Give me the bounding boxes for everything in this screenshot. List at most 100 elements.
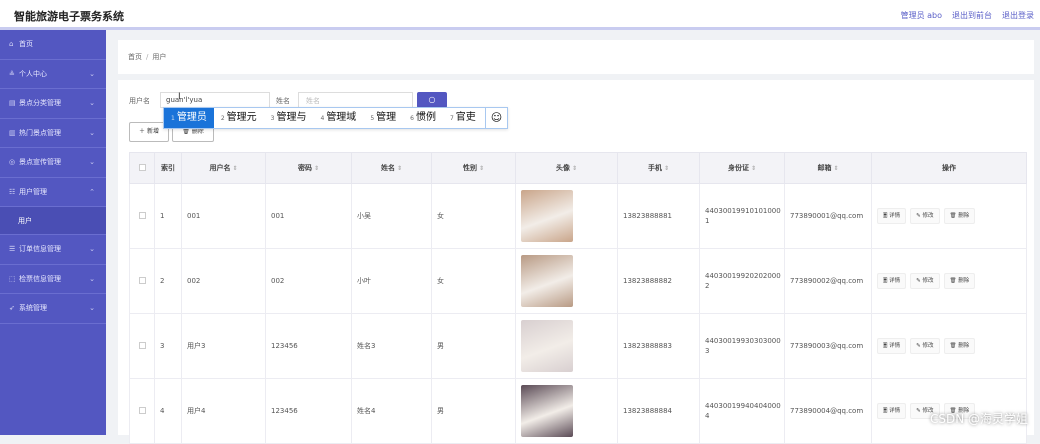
avatar	[521, 320, 573, 372]
sidebar-item-orders[interactable]: ☰ 订单信息管理 ⌄	[0, 235, 106, 265]
sidebar-subitem-user[interactable]: 用户	[0, 207, 106, 235]
ime-candidate[interactable]: 3管理与	[264, 108, 314, 128]
sidebar-item-user-mgmt[interactable]: ☷ 用户管理 ⌃	[0, 178, 106, 208]
ime-candidate[interactable]: 2管理元	[214, 108, 264, 128]
detail-button[interactable]: 🗏 详情	[877, 273, 906, 289]
logout-link[interactable]: 退出登录	[1002, 10, 1034, 21]
delete-button[interactable]: 🗑 删除	[944, 273, 976, 289]
chevron-down-icon: ⌄	[89, 158, 95, 166]
ime-candidate[interactable]: 1管理员	[164, 108, 214, 128]
column-header-email[interactable]: 邮箱⇕	[785, 153, 872, 184]
sort-icon[interactable]: ⇕	[397, 165, 402, 172]
row-checkbox[interactable]	[130, 314, 155, 379]
column-header-id-card[interactable]: 身份证⇕	[700, 153, 785, 184]
cell-id-card: 440300199101010001	[700, 184, 785, 249]
edit-button[interactable]: ✎ 修改	[910, 273, 939, 289]
chevron-down-icon: ⌄	[89, 99, 95, 107]
column-header-password[interactable]: 密码⇕	[266, 153, 352, 184]
detail-button[interactable]: 🗏 详情	[877, 338, 906, 354]
chevron-down-icon: ⌄	[89, 304, 95, 312]
search-button[interactable]: ○	[417, 92, 447, 108]
cell-email: 773890001@qq.com	[785, 184, 872, 249]
sort-icon[interactable]: ⇕	[232, 165, 237, 172]
globe-icon: ◎	[9, 158, 19, 166]
sidebar-item-label: 订单信息管理	[19, 244, 61, 254]
cell-password: 002	[266, 249, 352, 314]
cell-email: 773890004@qq.com	[785, 379, 872, 444]
cell-password: 123456	[266, 379, 352, 444]
cell-avatar	[516, 249, 618, 314]
sidebar-item-label: 景点宣传管理	[19, 157, 61, 167]
cell-email: 773890003@qq.com	[785, 314, 872, 379]
search-icon: ○	[429, 95, 436, 104]
sort-icon[interactable]: ⇕	[664, 165, 669, 172]
sidebar-item-label: 用户管理	[19, 187, 47, 197]
ime-candidate[interactable]: 6惯例	[403, 108, 443, 128]
sidebar-item-ticket-check[interactable]: ⬚ 检票信息管理 ⌄	[0, 265, 106, 295]
breadcrumb-current: 用户	[152, 53, 166, 61]
sort-icon[interactable]: ⇕	[572, 165, 577, 172]
name-search-input[interactable]: 姓名	[298, 92, 413, 108]
cell-index: 4	[155, 379, 182, 444]
edit-button[interactable]: ✎ 修改	[910, 338, 939, 354]
sort-icon[interactable]: ⇕	[479, 165, 484, 172]
sort-icon[interactable]: ⇕	[751, 165, 756, 172]
avatar	[521, 255, 573, 307]
column-header-phone[interactable]: 手机⇕	[618, 153, 700, 184]
username-search-input[interactable]: guan'l'yua	[160, 92, 270, 108]
cell-phone: 13823888884	[618, 379, 700, 444]
ime-candidate[interactable]: 7官吏	[443, 108, 483, 128]
cell-id-card: 440300199303030003	[700, 314, 785, 379]
sidebar-item-personal[interactable]: ≗ 个人中心 ⌄	[0, 60, 106, 90]
exit-to-front-link[interactable]: 退出到前台	[952, 10, 992, 21]
sidebar-item-home[interactable]: ⌂ 首页	[0, 30, 106, 60]
ime-candidate-bar: 1管理员 2管理元 3管理与 4管理域 5管理 6惯例 7官吏 ☺	[163, 107, 508, 129]
cell-name: 姓名4	[352, 379, 432, 444]
sidebar-item-scenic-category[interactable]: ▤ 景点分类管理 ⌄	[0, 89, 106, 119]
avatar	[521, 385, 573, 437]
current-user-link[interactable]: 管理员 abo	[901, 10, 942, 21]
detail-button[interactable]: 🗏 详情	[877, 403, 906, 419]
home-icon: ⌂	[9, 40, 19, 48]
select-all-checkbox[interactable]	[130, 153, 155, 184]
sort-icon[interactable]: ⇕	[314, 165, 319, 172]
name-label: 姓名	[276, 96, 290, 106]
row-checkbox[interactable]	[130, 379, 155, 444]
ime-candidate[interactable]: 4管理域	[313, 108, 363, 128]
column-header-username[interactable]: 用户名⇕	[182, 153, 266, 184]
breadcrumb-separator: /	[146, 53, 148, 61]
ime-candidate[interactable]: 5管理	[363, 108, 403, 128]
column-header-gender[interactable]: 性别⇕	[432, 153, 516, 184]
table-row: 1001001小吴女138238888814403001991010100017…	[130, 184, 1027, 249]
column-header-actions: 操作	[872, 153, 1027, 184]
chevron-down-icon: ⌄	[89, 129, 95, 137]
delete-button[interactable]: 🗑 删除	[944, 208, 976, 224]
chevron-down-icon: ⌄	[89, 245, 95, 253]
send-icon: ➶	[9, 304, 19, 312]
app-title: 智能旅游电子票务系统	[14, 8, 124, 24]
cell-name: 姓名3	[352, 314, 432, 379]
top-links: 管理员 abo 退出到前台 退出登录	[901, 10, 1034, 21]
delete-button[interactable]: 🗑 删除	[944, 338, 976, 354]
sidebar-item-label: 系统管理	[19, 303, 47, 313]
cell-phone: 13823888882	[618, 249, 700, 314]
cell-id-card: 440300199202020002	[700, 249, 785, 314]
breadcrumb-home[interactable]: 首页	[128, 53, 142, 61]
sort-icon[interactable]: ⇕	[833, 165, 838, 172]
detail-button[interactable]: 🗏 详情	[877, 208, 906, 224]
column-header-avatar[interactable]: 头像⇕	[516, 153, 618, 184]
sidebar-item-scenic-promo[interactable]: ◎ 景点宣传管理 ⌄	[0, 148, 106, 178]
sidebar: ⌂ 首页 ≗ 个人中心 ⌄ ▤ 景点分类管理 ⌄ ▥ 热门景点管理 ⌄ ◎ 景点…	[0, 30, 106, 435]
avatar	[521, 190, 573, 242]
cell-actions: 🗏 详情✎ 修改 🗑 删除	[872, 314, 1027, 379]
row-checkbox[interactable]	[130, 184, 155, 249]
row-checkbox[interactable]	[130, 249, 155, 314]
sidebar-item-hot-scenic[interactable]: ▥ 热门景点管理 ⌄	[0, 119, 106, 149]
column-header-name[interactable]: 姓名⇕	[352, 153, 432, 184]
edit-button[interactable]: ✎ 修改	[910, 208, 939, 224]
emoji-icon[interactable]: ☺	[485, 108, 507, 128]
cell-phone: 13823888883	[618, 314, 700, 379]
sidebar-item-system[interactable]: ➶ 系统管理 ⌄	[0, 294, 106, 324]
sidebar-item-label: 景点分类管理	[19, 98, 61, 108]
cell-gender: 男	[432, 379, 516, 444]
